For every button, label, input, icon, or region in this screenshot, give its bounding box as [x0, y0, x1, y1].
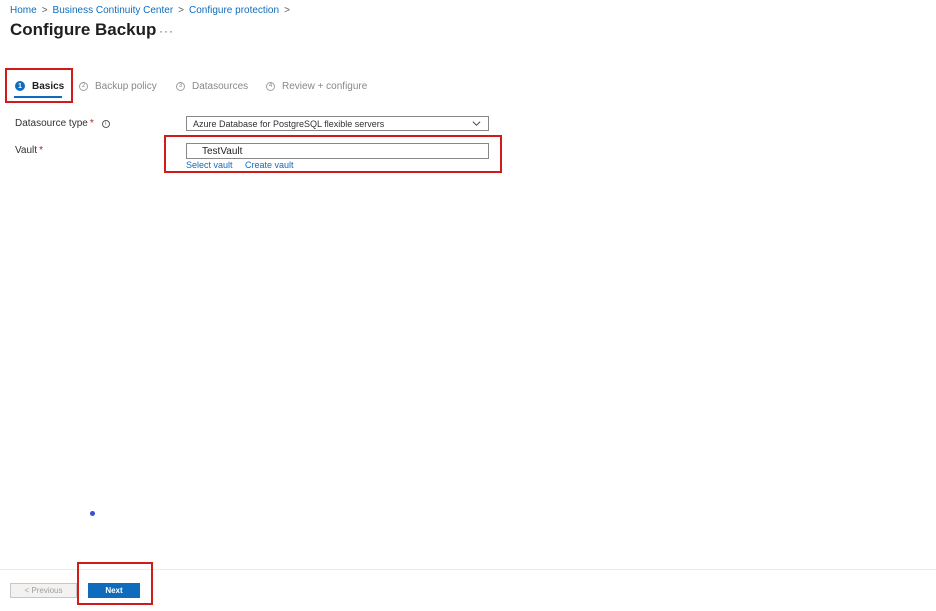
page-title: Configure Backup: [10, 20, 157, 39]
vault-label: Vault *: [15, 145, 43, 156]
breadcrumb-home[interactable]: Home: [10, 5, 37, 16]
datasource-type-label: Datasource type * i: [15, 118, 110, 129]
previous-button[interactable]: < Previous: [10, 583, 77, 598]
cursor-dot: [90, 511, 95, 516]
field-label: Vault: [15, 145, 38, 156]
breadcrumb: Home > Business Continuity Center > Conf…: [10, 3, 295, 17]
datasource-type-dropdown[interactable]: Azure Database for PostgreSQL flexible s…: [186, 116, 489, 131]
tab-datasources[interactable]: 3 Datasources: [176, 78, 248, 94]
highlight-box-basics-tab: [5, 68, 73, 103]
step-number-icon: 4: [266, 81, 275, 91]
step-number-icon: 2: [79, 81, 88, 91]
highlight-box-vault: [164, 135, 502, 173]
chevron-right-icon: >: [178, 4, 184, 16]
tab-review-configure[interactable]: 4 Review + configure: [266, 78, 367, 94]
more-options-icon[interactable]: ···: [159, 24, 174, 38]
tab-backup-policy[interactable]: 2 Backup policy: [79, 78, 157, 94]
required-mark: *: [39, 145, 43, 156]
tab-label: Backup policy: [95, 80, 157, 92]
chevron-down-icon: [472, 121, 481, 126]
step-number-icon: 3: [176, 81, 185, 91]
highlight-box-next-button: [77, 562, 153, 605]
breadcrumb-business-continuity-center[interactable]: Business Continuity Center: [53, 5, 174, 16]
chevron-right-icon: >: [41, 4, 48, 16]
tab-label: Review + configure: [282, 80, 368, 92]
required-mark: *: [89, 118, 94, 129]
field-label: Datasource type: [15, 118, 88, 129]
datasource-type-value: Azure Database for PostgreSQL flexible s…: [193, 118, 385, 129]
info-icon[interactable]: i: [101, 119, 110, 128]
tab-label: Datasources: [192, 80, 249, 92]
chevron-right-icon: >: [284, 4, 290, 16]
breadcrumb-configure-protection[interactable]: Configure protection: [189, 5, 279, 16]
